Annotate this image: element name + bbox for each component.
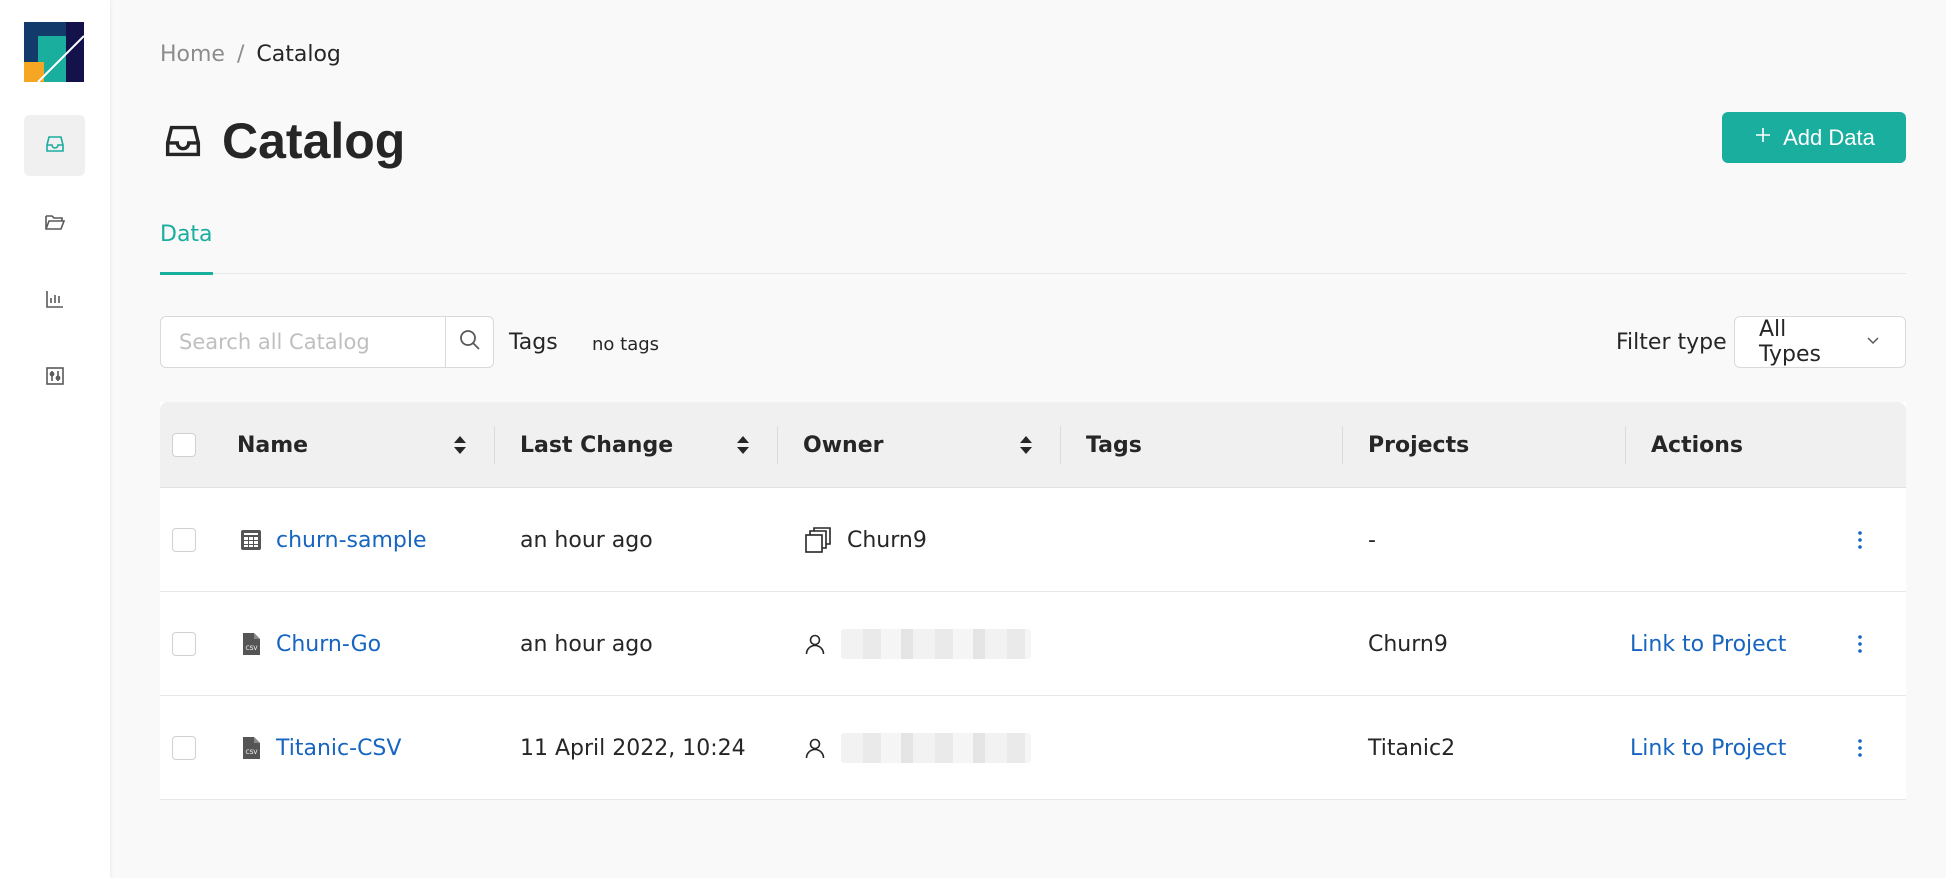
select-all-checkbox[interactable] [172, 433, 196, 457]
user-icon [803, 736, 827, 760]
table-row: churn-sample an hour ago Churn9 - [160, 488, 1906, 592]
column-header-last-change[interactable]: Last Change [520, 402, 673, 488]
projects-cell: Churn9 [1368, 631, 1448, 657]
chevron-down-icon [1865, 332, 1881, 352]
search-input[interactable] [161, 317, 445, 367]
redacted-owner-name [841, 629, 1031, 659]
sort-icon[interactable] [1019, 433, 1033, 457]
redacted-owner-name [841, 733, 1031, 763]
inbox-icon [43, 132, 67, 160]
search-button[interactable] [445, 317, 493, 367]
user-icon [803, 632, 827, 656]
name-cell: churn-sample [240, 488, 427, 592]
row-actions-cell [1850, 488, 1870, 592]
inbox-icon [160, 118, 206, 164]
add-data-label: Add Data [1783, 124, 1875, 150]
row-actions-cell [1850, 592, 1870, 696]
action-cell: Link to Project [1630, 696, 1786, 800]
bar-chart-icon [43, 287, 67, 315]
projects-cell: Titanic2 [1368, 735, 1456, 761]
last-change-cell: an hour ago [520, 527, 653, 553]
row-actions-cell [1850, 696, 1870, 800]
projects-cell: - [1368, 527, 1376, 553]
table-row: CSV Titanic-CSV 11 April 2022, 10:24 Tit… [160, 696, 1906, 800]
table-icon [240, 528, 262, 552]
column-divider [777, 426, 778, 464]
page-header: Catalog [160, 112, 405, 170]
catalog-table: Name Last Change Owner Tags Projects Act… [160, 402, 1906, 800]
sort-icon[interactable] [736, 433, 750, 457]
search-box [160, 316, 494, 368]
dataset-name-link[interactable]: churn-sample [276, 528, 427, 553]
column-header-projects: Projects [1368, 432, 1470, 458]
dataset-name-link[interactable]: Churn-Go [276, 632, 381, 657]
owner-cell [803, 696, 1031, 800]
row-checkbox[interactable] [172, 528, 196, 552]
owner-cell [803, 592, 1031, 696]
sidebar [0, 0, 110, 878]
row-checkbox[interactable] [172, 736, 196, 760]
name-cell: CSV Churn-Go [240, 592, 381, 696]
svg-text:CSV: CSV [245, 749, 258, 756]
column-divider [1060, 426, 1061, 464]
page-title: Catalog [222, 113, 406, 169]
breadcrumb-home[interactable]: Home [160, 42, 225, 67]
filter-type-value: All Types [1759, 317, 1821, 367]
last-change-cell: 11 April 2022, 10:24 [520, 735, 746, 761]
column-divider [1342, 426, 1343, 464]
app-logo[interactable] [24, 22, 85, 83]
column-divider [1625, 426, 1626, 464]
sidebar-item-catalog[interactable] [24, 115, 85, 176]
breadcrumb: Home / Catalog [160, 42, 341, 67]
filter-type-select[interactable]: All Types [1734, 316, 1906, 368]
column-header-name[interactable]: Name [237, 402, 308, 488]
tab-bar: Data [160, 222, 1906, 275]
sort-icon[interactable] [453, 433, 467, 457]
column-header-actions: Actions [1651, 432, 1743, 458]
last-change-cell: an hour ago [520, 631, 653, 657]
svg-text:CSV: CSV [245, 645, 258, 652]
name-cell: CSV Titanic-CSV [240, 696, 401, 800]
owner-cell: Churn9 [803, 488, 927, 592]
plus-icon [1753, 125, 1773, 151]
more-vertical-icon[interactable] [1850, 528, 1870, 552]
breadcrumb-separator: / [236, 42, 245, 67]
column-header-tags: Tags [1086, 432, 1142, 458]
owner-name: Churn9 [847, 527, 927, 553]
stack-icon [803, 525, 833, 555]
tags-value: no tags [592, 334, 660, 355]
column-header-owner[interactable]: Owner [803, 402, 883, 488]
more-vertical-icon[interactable] [1850, 736, 1870, 760]
row-checkbox[interactable] [172, 632, 196, 656]
search-icon [458, 328, 482, 356]
filter-type-label: Filter type [1616, 330, 1727, 355]
tab-data-label: Data [160, 222, 213, 247]
csv-file-icon: CSV [240, 632, 262, 656]
dataset-name-link[interactable]: Titanic-CSV [276, 736, 401, 761]
sidebar-item-settings[interactable] [24, 347, 85, 408]
tags-label: Tags [509, 330, 558, 355]
table-row: CSV Churn-Go an hour ago Churn9 Link to … [160, 592, 1906, 696]
breadcrumb-current: Catalog [256, 42, 341, 67]
tab-active-indicator [160, 272, 213, 275]
column-divider [494, 426, 495, 464]
action-cell: Link to Project [1630, 592, 1786, 696]
table-header: Name Last Change Owner Tags Projects Act… [160, 402, 1906, 488]
main-content: Home / Catalog Catalog Add Data Data Tag… [160, 0, 1906, 878]
tab-data[interactable]: Data [160, 222, 213, 275]
sidebar-item-analytics[interactable] [24, 270, 85, 331]
link-to-project-link[interactable]: Link to Project [1630, 736, 1786, 761]
csv-file-icon: CSV [240, 736, 262, 760]
add-data-button[interactable]: Add Data [1722, 112, 1906, 163]
sidebar-item-projects[interactable] [24, 193, 85, 254]
more-vertical-icon[interactable] [1850, 632, 1870, 656]
sliders-icon [43, 364, 67, 392]
link-to-project-link[interactable]: Link to Project [1630, 632, 1786, 657]
table-body: churn-sample an hour ago Churn9 - CSV Ch… [160, 488, 1906, 800]
folder-open-icon [43, 210, 67, 238]
